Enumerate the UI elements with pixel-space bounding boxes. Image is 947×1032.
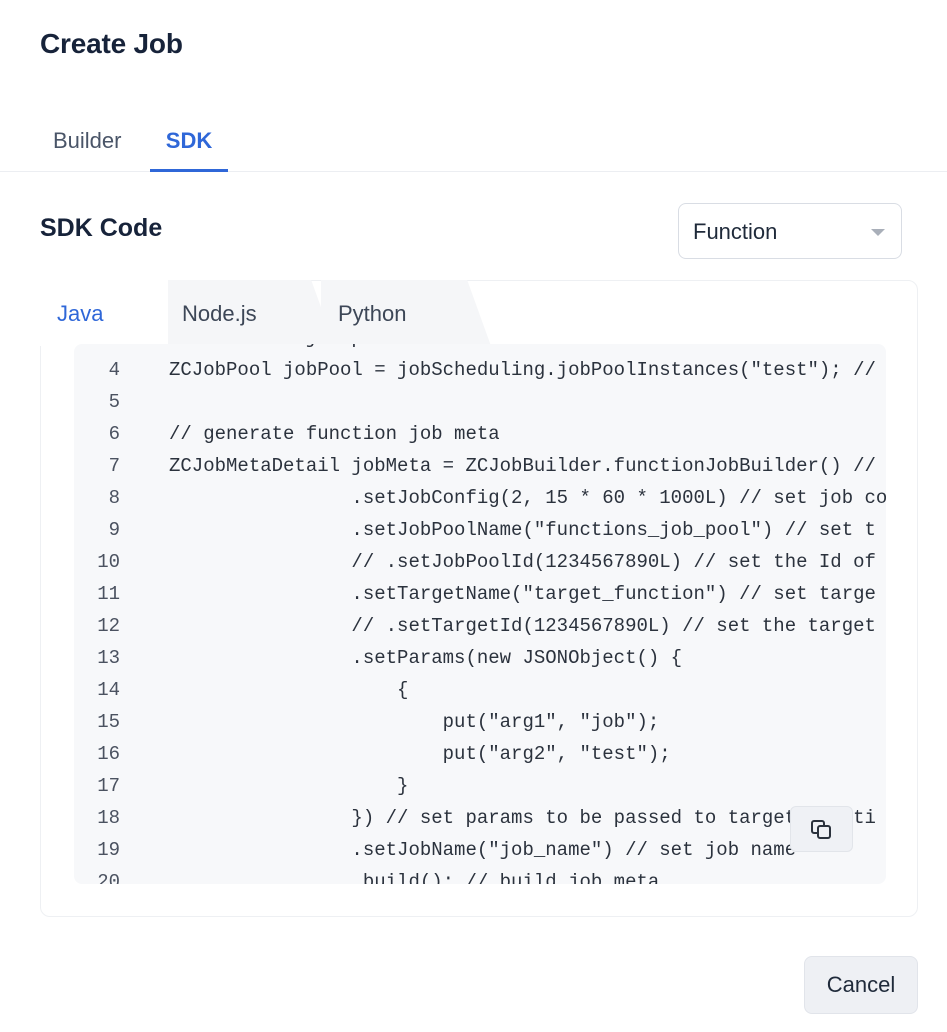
tab-python-label: Python bbox=[338, 301, 407, 326]
code-text: .setJobName("job_name") // set job name bbox=[169, 839, 797, 861]
code-line: 15 put("arg1", "job"); bbox=[74, 706, 886, 738]
code-line: 10 // .setJobPoolId(1234567890L) // set … bbox=[74, 546, 886, 578]
code-text: // generate function job meta bbox=[169, 423, 500, 445]
line-number: 8 bbox=[108, 487, 120, 509]
tab-nodejs-label: Node.js bbox=[182, 301, 257, 326]
code-text: }) // set params to be passed to target … bbox=[169, 807, 876, 829]
code-line: 14 { bbox=[74, 674, 886, 706]
dialog-title: Create Job bbox=[40, 28, 183, 59]
line-number: 5 bbox=[108, 391, 120, 413]
code-line: 6 // generate function job meta bbox=[74, 418, 886, 450]
line-number: 12 bbox=[97, 615, 120, 637]
code-text: put("arg2", "test"); bbox=[169, 743, 671, 765]
job-type-select-value: Function bbox=[693, 219, 778, 244]
code-text: .setJobPoolName("functions_job_pool") //… bbox=[169, 519, 876, 541]
code-text: // create a job pool instance bbox=[169, 344, 500, 349]
code-text: put("arg1", "job"); bbox=[169, 711, 660, 733]
code-text: // .setTargetId(1234567890L) // set the … bbox=[169, 615, 876, 637]
line-number: 15 bbox=[97, 711, 120, 733]
code-line: 9 .setJobPoolName("functions_job_pool") … bbox=[74, 514, 886, 546]
code-text: { bbox=[169, 679, 409, 701]
code-line: 3 // create a job pool instance bbox=[74, 344, 886, 354]
code-text: .build(); // build job meta bbox=[169, 871, 660, 884]
tab-nodejs[interactable]: Node.js bbox=[165, 280, 335, 346]
tab-java[interactable]: Java bbox=[40, 280, 168, 346]
line-number: 6 bbox=[108, 423, 120, 445]
line-number: 9 bbox=[108, 519, 120, 541]
line-number: 20 bbox=[97, 871, 120, 884]
line-number: 16 bbox=[97, 743, 120, 765]
line-number: 7 bbox=[108, 455, 120, 477]
code-line: 8 .setJobConfig(2, 15 * 60 * 1000L) // s… bbox=[74, 482, 886, 514]
line-number: 13 bbox=[97, 647, 120, 669]
copy-code-button[interactable] bbox=[790, 806, 853, 852]
line-number: 19 bbox=[97, 839, 120, 861]
language-tab-bar: Node.js Python Java bbox=[40, 280, 540, 346]
cancel-button[interactable]: Cancel bbox=[804, 956, 918, 1014]
line-number: 10 bbox=[97, 551, 120, 573]
code-line: 17 } bbox=[74, 770, 886, 802]
code-line: 5 bbox=[74, 386, 886, 418]
code-line: 7 ZCJobMetaDetail jobMeta = ZCJobBuilder.… bbox=[74, 450, 886, 482]
tab-python[interactable]: Python bbox=[321, 280, 491, 346]
main-tab-bar: Builder SDK bbox=[0, 118, 947, 172]
code-lines: 3 // create a job pool instance 4 ZCJobPool… bbox=[74, 344, 886, 884]
code-text: } bbox=[169, 775, 409, 797]
copy-icon bbox=[811, 820, 831, 839]
job-type-select[interactable]: Function bbox=[678, 203, 902, 259]
tab-java-label: Java bbox=[57, 301, 104, 326]
code-line: 16 put("arg2", "test"); bbox=[74, 738, 886, 770]
code-line: 12 // .setTargetId(1234567890L) // set t… bbox=[74, 610, 886, 642]
code-line: 20 .build(); // build job meta bbox=[74, 866, 886, 884]
tab-sdk[interactable]: SDK bbox=[150, 118, 228, 172]
sdk-code-heading: SDK Code bbox=[40, 214, 163, 242]
code-line: 19 .setJobName("job_name") // set job na… bbox=[74, 834, 886, 866]
line-number: 18 bbox=[97, 807, 120, 829]
code-text: ZCJobMetaDetail jobMeta = ZCJobBuilder.f… bbox=[169, 455, 876, 477]
code-line: 4 ZCJobPool jobPool = jobScheduling.jobPo… bbox=[74, 354, 886, 386]
line-number: 11 bbox=[97, 583, 120, 605]
code-text: // .setJobPoolId(1234567890L) // set the… bbox=[169, 551, 876, 573]
chevron-down-icon bbox=[871, 229, 885, 236]
code-line: 11 .setTargetName("target_function") // … bbox=[74, 578, 886, 610]
code-line: 18 }) // set params to be passed to targ… bbox=[74, 802, 886, 834]
code-block[interactable]: 3 // create a job pool instance 4 ZCJobPool… bbox=[74, 344, 886, 884]
code-text: .setTargetName("target_function") // set… bbox=[169, 583, 876, 605]
tab-builder[interactable]: Builder bbox=[53, 118, 121, 171]
line-number: 4 bbox=[108, 359, 120, 381]
code-text: .setParams(new JSONObject() { bbox=[169, 647, 683, 669]
code-text: .setJobConfig(2, 15 * 60 * 1000L) // set… bbox=[169, 487, 886, 509]
code-line: 13 .setParams(new JSONObject() { bbox=[74, 642, 886, 674]
line-number: 14 bbox=[97, 679, 120, 701]
code-text: ZCJobPool jobPool = jobScheduling.jobPoo… bbox=[169, 359, 876, 381]
line-number: 17 bbox=[97, 775, 120, 797]
line-number: 3 bbox=[74, 344, 120, 349]
